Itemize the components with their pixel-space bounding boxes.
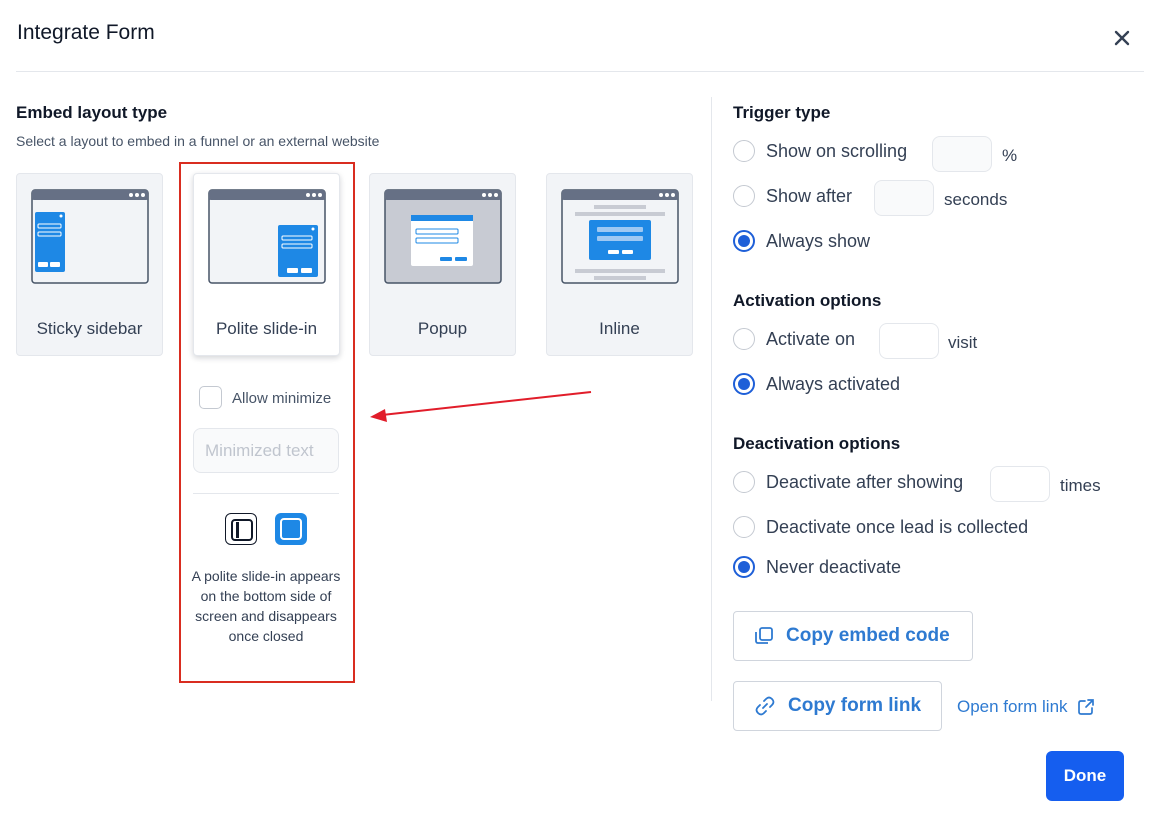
- scroll-percent-input[interactable]: [932, 136, 992, 172]
- open-form-link-label: Open form link: [957, 697, 1068, 716]
- close-icon: [1114, 30, 1130, 46]
- deactivation-options-title: Deactivation options: [733, 434, 901, 453]
- radio-always-show[interactable]: [733, 230, 755, 252]
- inline-preview-icon: [561, 189, 679, 284]
- layout-description: A polite slide-in appears on the bottom …: [191, 568, 341, 644]
- layout-card-popup[interactable]: Popup: [369, 173, 516, 356]
- allow-minimize-label: Allow minimize: [232, 390, 332, 407]
- close-button[interactable]: [1108, 24, 1136, 52]
- position-right-button[interactable]: [275, 513, 307, 545]
- position-left-button[interactable]: [225, 513, 257, 545]
- option-label: Activate on: [766, 329, 856, 349]
- copy-form-link-button[interactable]: Copy form link: [733, 681, 942, 731]
- unit-label: %: [1002, 146, 1018, 165]
- polite-slide-in-preview-icon: [208, 189, 326, 284]
- allow-minimize-checkbox[interactable]: [199, 386, 222, 409]
- layout-card-inline[interactable]: Inline: [546, 173, 693, 356]
- external-link-icon: [1077, 699, 1094, 715]
- copy-embed-code-button[interactable]: Copy embed code: [733, 611, 973, 661]
- radio-always-activated[interactable]: [733, 373, 755, 395]
- option-label: Deactivate after showing: [766, 472, 964, 492]
- layout-card-label: Inline: [599, 319, 640, 338]
- annotation-arrow-icon: [370, 391, 592, 422]
- layout-card-polite-slide-in[interactable]: Polite slide-in: [193, 173, 340, 356]
- minimized-text-input[interactable]: [193, 428, 339, 473]
- settings-divider: [193, 493, 339, 494]
- option-label: Always show: [766, 231, 871, 251]
- embed-layout-title: Embed layout type: [16, 103, 168, 122]
- option-label: Always activated: [766, 374, 901, 394]
- option-label: Show after: [766, 186, 853, 206]
- column-divider: [711, 97, 712, 701]
- modal-title: Integrate Form: [17, 21, 155, 44]
- radio-deactivate-on-lead[interactable]: [733, 516, 755, 538]
- sticky-sidebar-preview-icon: [31, 189, 149, 284]
- seconds-input[interactable]: [874, 180, 934, 216]
- embed-layout-subtitle: Select a layout to embed in a funnel or …: [16, 133, 380, 149]
- copy-form-link-label: Copy form link: [788, 695, 922, 716]
- radio-show-after[interactable]: [733, 185, 755, 207]
- align-right-icon: [280, 518, 302, 540]
- done-button[interactable]: Done: [1046, 751, 1124, 801]
- copy-icon: [755, 627, 773, 644]
- radio-show-on-scrolling[interactable]: [733, 140, 755, 162]
- option-label: Deactivate once lead is collected: [766, 517, 1029, 537]
- activation-options-title: Activation options: [733, 291, 882, 310]
- open-form-link[interactable]: Open form link: [957, 697, 1095, 717]
- layout-card-label: Sticky sidebar: [36, 319, 143, 338]
- trigger-type-title: Trigger type: [733, 103, 831, 122]
- layout-card-label: Popup: [417, 319, 468, 338]
- option-label: Show on scrolling: [766, 141, 908, 161]
- copy-embed-code-label: Copy embed code: [786, 625, 950, 646]
- popup-preview-icon: [384, 189, 502, 284]
- unit-label: times: [1060, 476, 1101, 495]
- layout-card-label: Polite slide-in: [215, 319, 318, 338]
- unit-label: visit: [948, 333, 978, 352]
- times-count-input[interactable]: [990, 466, 1050, 502]
- unit-label: seconds: [944, 190, 1008, 209]
- header-divider: [16, 71, 1144, 72]
- layout-card-sticky-sidebar[interactable]: Sticky sidebar: [16, 173, 163, 356]
- link-icon: [755, 696, 775, 716]
- radio-activate-on[interactable]: [733, 328, 755, 350]
- radio-deactivate-after-showing[interactable]: [733, 471, 755, 493]
- radio-never-deactivate[interactable]: [733, 556, 755, 578]
- align-left-icon: [231, 519, 253, 541]
- option-label: Never deactivate: [766, 557, 902, 577]
- visit-count-input[interactable]: [879, 323, 939, 359]
